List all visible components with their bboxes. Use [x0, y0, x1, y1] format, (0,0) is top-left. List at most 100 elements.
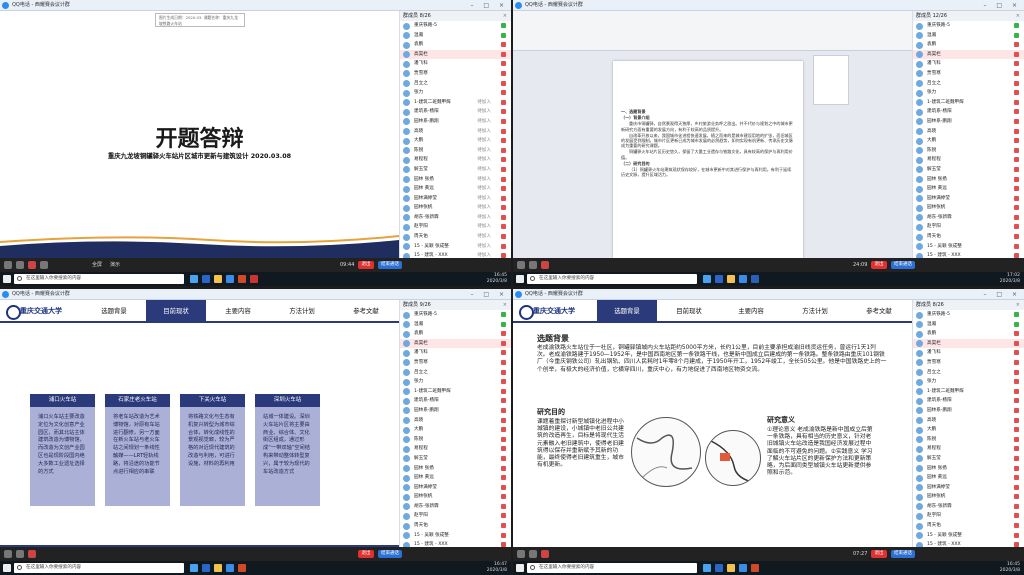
member-row[interactable]: 赵宇阳: [400, 511, 511, 521]
nav-content[interactable]: 主要内容: [721, 300, 781, 323]
member-row[interactable]: 周天佑: [400, 521, 511, 531]
nav-references[interactable]: 参考文献: [849, 300, 909, 323]
member-row[interactable]: 大鹏: [400, 425, 511, 435]
speaker-icon[interactable]: [541, 550, 549, 558]
member-row[interactable]: 园林 张扬: [400, 464, 511, 474]
member-row[interactable]: 园林 黄远 待加入: [400, 184, 511, 194]
folder-icon[interactable]: [727, 275, 735, 283]
member-row[interactable]: 胡东-张新霖: [913, 213, 1024, 223]
member-row[interactable]: 陈锐 待加入: [400, 146, 511, 156]
member-row[interactable]: 园林满婷莹 待加入: [400, 194, 511, 204]
member-row[interactable]: 袁鹏: [400, 40, 511, 50]
member-row[interactable]: 园林系-鹏翔 待加入: [400, 117, 511, 127]
member-row[interactable]: 高晓: [400, 416, 511, 426]
word-toolbar[interactable]: [513, 11, 912, 51]
member-row[interactable]: 园林系-鹏翔: [913, 406, 1024, 416]
qq-taskbar-icon[interactable]: [226, 275, 234, 283]
mic-icon[interactable]: [517, 261, 525, 269]
member-row[interactable]: 15 - 吴颖 张成整: [913, 242, 1024, 252]
speaker-icon[interactable]: [541, 261, 549, 269]
member-row[interactable]: 1-建筑二班魏甲辉: [400, 387, 511, 397]
member-row[interactable]: 易程程: [400, 444, 511, 454]
ppt-icon[interactable]: [751, 564, 759, 572]
member-row[interactable]: 陈锐: [913, 435, 1024, 445]
ppt-icon[interactable]: [238, 564, 246, 572]
mic-icon[interactable]: [4, 261, 12, 269]
document-page[interactable]: 一、选题背景 （一）背景介绍 重庆市铜罐驿，自然景观得天独厚，乡村旅游业务呼之欲…: [613, 61, 803, 258]
member-row[interactable]: 易程程: [913, 444, 1024, 454]
end-call-button[interactable]: 结束通话: [891, 550, 915, 558]
nav-content[interactable]: 主要内容: [208, 300, 268, 323]
folder-icon[interactable]: [214, 564, 222, 572]
member-row[interactable]: 园林 张扬: [913, 175, 1024, 185]
member-row[interactable]: 袁鹏: [913, 40, 1024, 50]
member-row[interactable]: 袁鹏: [400, 329, 511, 339]
taskbar-search[interactable]: 在这里输入你要搜索的内容: [527, 563, 697, 573]
member-row[interactable]: 15 - 建筑 - XXX: [913, 540, 1024, 547]
member-list[interactable]: 群成员 9/26 × 重庆铁路-5 温瀚 袁鹏 高昊栏 潘飞科 贾雪寒 吕立之 张力 1-建筑二班…: [399, 300, 511, 547]
end-call-button[interactable]: 结束通话: [891, 261, 915, 269]
end-call-button[interactable]: 结束通话: [378, 261, 402, 269]
member-row[interactable]: 15 - 建筑 - XXX: [400, 540, 511, 547]
camera-icon[interactable]: [16, 550, 24, 558]
folder-icon[interactable]: [214, 275, 222, 283]
edge-icon[interactable]: [202, 275, 210, 283]
edge-icon[interactable]: [202, 564, 210, 572]
exit-button[interactable]: 退出: [871, 550, 887, 558]
word-icon[interactable]: [751, 275, 759, 283]
member-row[interactable]: 周天佑: [913, 232, 1024, 242]
close-icon[interactable]: ×: [1016, 300, 1020, 310]
member-row[interactable]: 吕立之: [400, 79, 511, 89]
close-icon[interactable]: ×: [503, 11, 507, 21]
member-row[interactable]: 解玉莹 待加入: [400, 165, 511, 175]
member-row[interactable]: 重庆铁路-5: [913, 21, 1024, 31]
member-row[interactable]: 大鹏 待加入: [400, 136, 511, 146]
member-row[interactable]: 大鹏: [913, 425, 1024, 435]
member-row[interactable]: 园林满婷莹: [400, 483, 511, 493]
windows-start-icon[interactable]: [516, 564, 524, 572]
camera-icon[interactable]: [529, 550, 537, 558]
member-row[interactable]: 园林系-鹏翔: [913, 117, 1024, 127]
camera-icon[interactable]: [16, 261, 24, 269]
member-row[interactable]: 张力: [913, 88, 1024, 98]
member-row[interactable]: 园林 张扬: [913, 464, 1024, 474]
member-row[interactable]: 园林张帆: [913, 203, 1024, 213]
member-list[interactable]: 群成员 8/26 × 重庆铁路-5 温瀚 袁鹏 高昊栏 潘飞科 贾雪寒 吕立之 张力 1-建筑二班…: [912, 300, 1024, 547]
member-row[interactable]: 贾雪寒: [400, 358, 511, 368]
nav-plan[interactable]: 方法计划: [785, 300, 845, 323]
member-row[interactable]: 易程程: [913, 155, 1024, 165]
edge-icon[interactable]: [715, 564, 723, 572]
member-row[interactable]: 高晓: [913, 127, 1024, 137]
member-row[interactable]: 园林 黄远: [400, 473, 511, 483]
speaker-icon[interactable]: [28, 261, 36, 269]
member-row[interactable]: 胡东-张新霖: [913, 502, 1024, 512]
folder-icon[interactable]: [727, 564, 735, 572]
member-row[interactable]: 重庆铁路-5: [400, 310, 511, 320]
member-row[interactable]: 高昊栏: [913, 338, 1024, 349]
member-row[interactable]: 温瀚: [913, 31, 1024, 41]
member-row[interactable]: 高昊栏: [913, 49, 1024, 60]
member-row[interactable]: 15 - 建筑 - XXX 待加入: [400, 251, 511, 258]
exit-button[interactable]: 退出: [358, 261, 374, 269]
taskview-icon[interactable]: [703, 564, 711, 572]
fullscreen-label[interactable]: 全屏: [92, 258, 102, 272]
member-row[interactable]: 潘飞科: [913, 59, 1024, 69]
member-row[interactable]: 园林 张扬 待加入: [400, 175, 511, 185]
nav-status[interactable]: 目前现状: [659, 300, 719, 323]
member-row[interactable]: 赵宇阳 待加入: [400, 222, 511, 232]
member-row[interactable]: 园林张帆: [913, 492, 1024, 502]
member-row[interactable]: 解玉莹: [913, 165, 1024, 175]
qq-taskbar-icon[interactable]: [226, 564, 234, 572]
member-row[interactable]: 贾雪寒: [400, 69, 511, 79]
member-row[interactable]: 吕立之: [913, 368, 1024, 378]
taskview-icon[interactable]: [190, 564, 198, 572]
member-row[interactable]: 建筑系-杨阳 待加入: [400, 107, 511, 117]
member-row[interactable]: 温瀚: [400, 31, 511, 41]
member-row[interactable]: 张力: [913, 377, 1024, 387]
member-row[interactable]: 1-建筑二班魏甲辉 待加入: [400, 98, 511, 108]
ppt-icon[interactable]: [238, 275, 246, 283]
member-row[interactable]: 张力: [400, 377, 511, 387]
member-row[interactable]: 园林张帆: [400, 492, 511, 502]
close-icon[interactable]: ×: [1016, 11, 1020, 21]
member-row[interactable]: 潘飞科: [913, 348, 1024, 358]
